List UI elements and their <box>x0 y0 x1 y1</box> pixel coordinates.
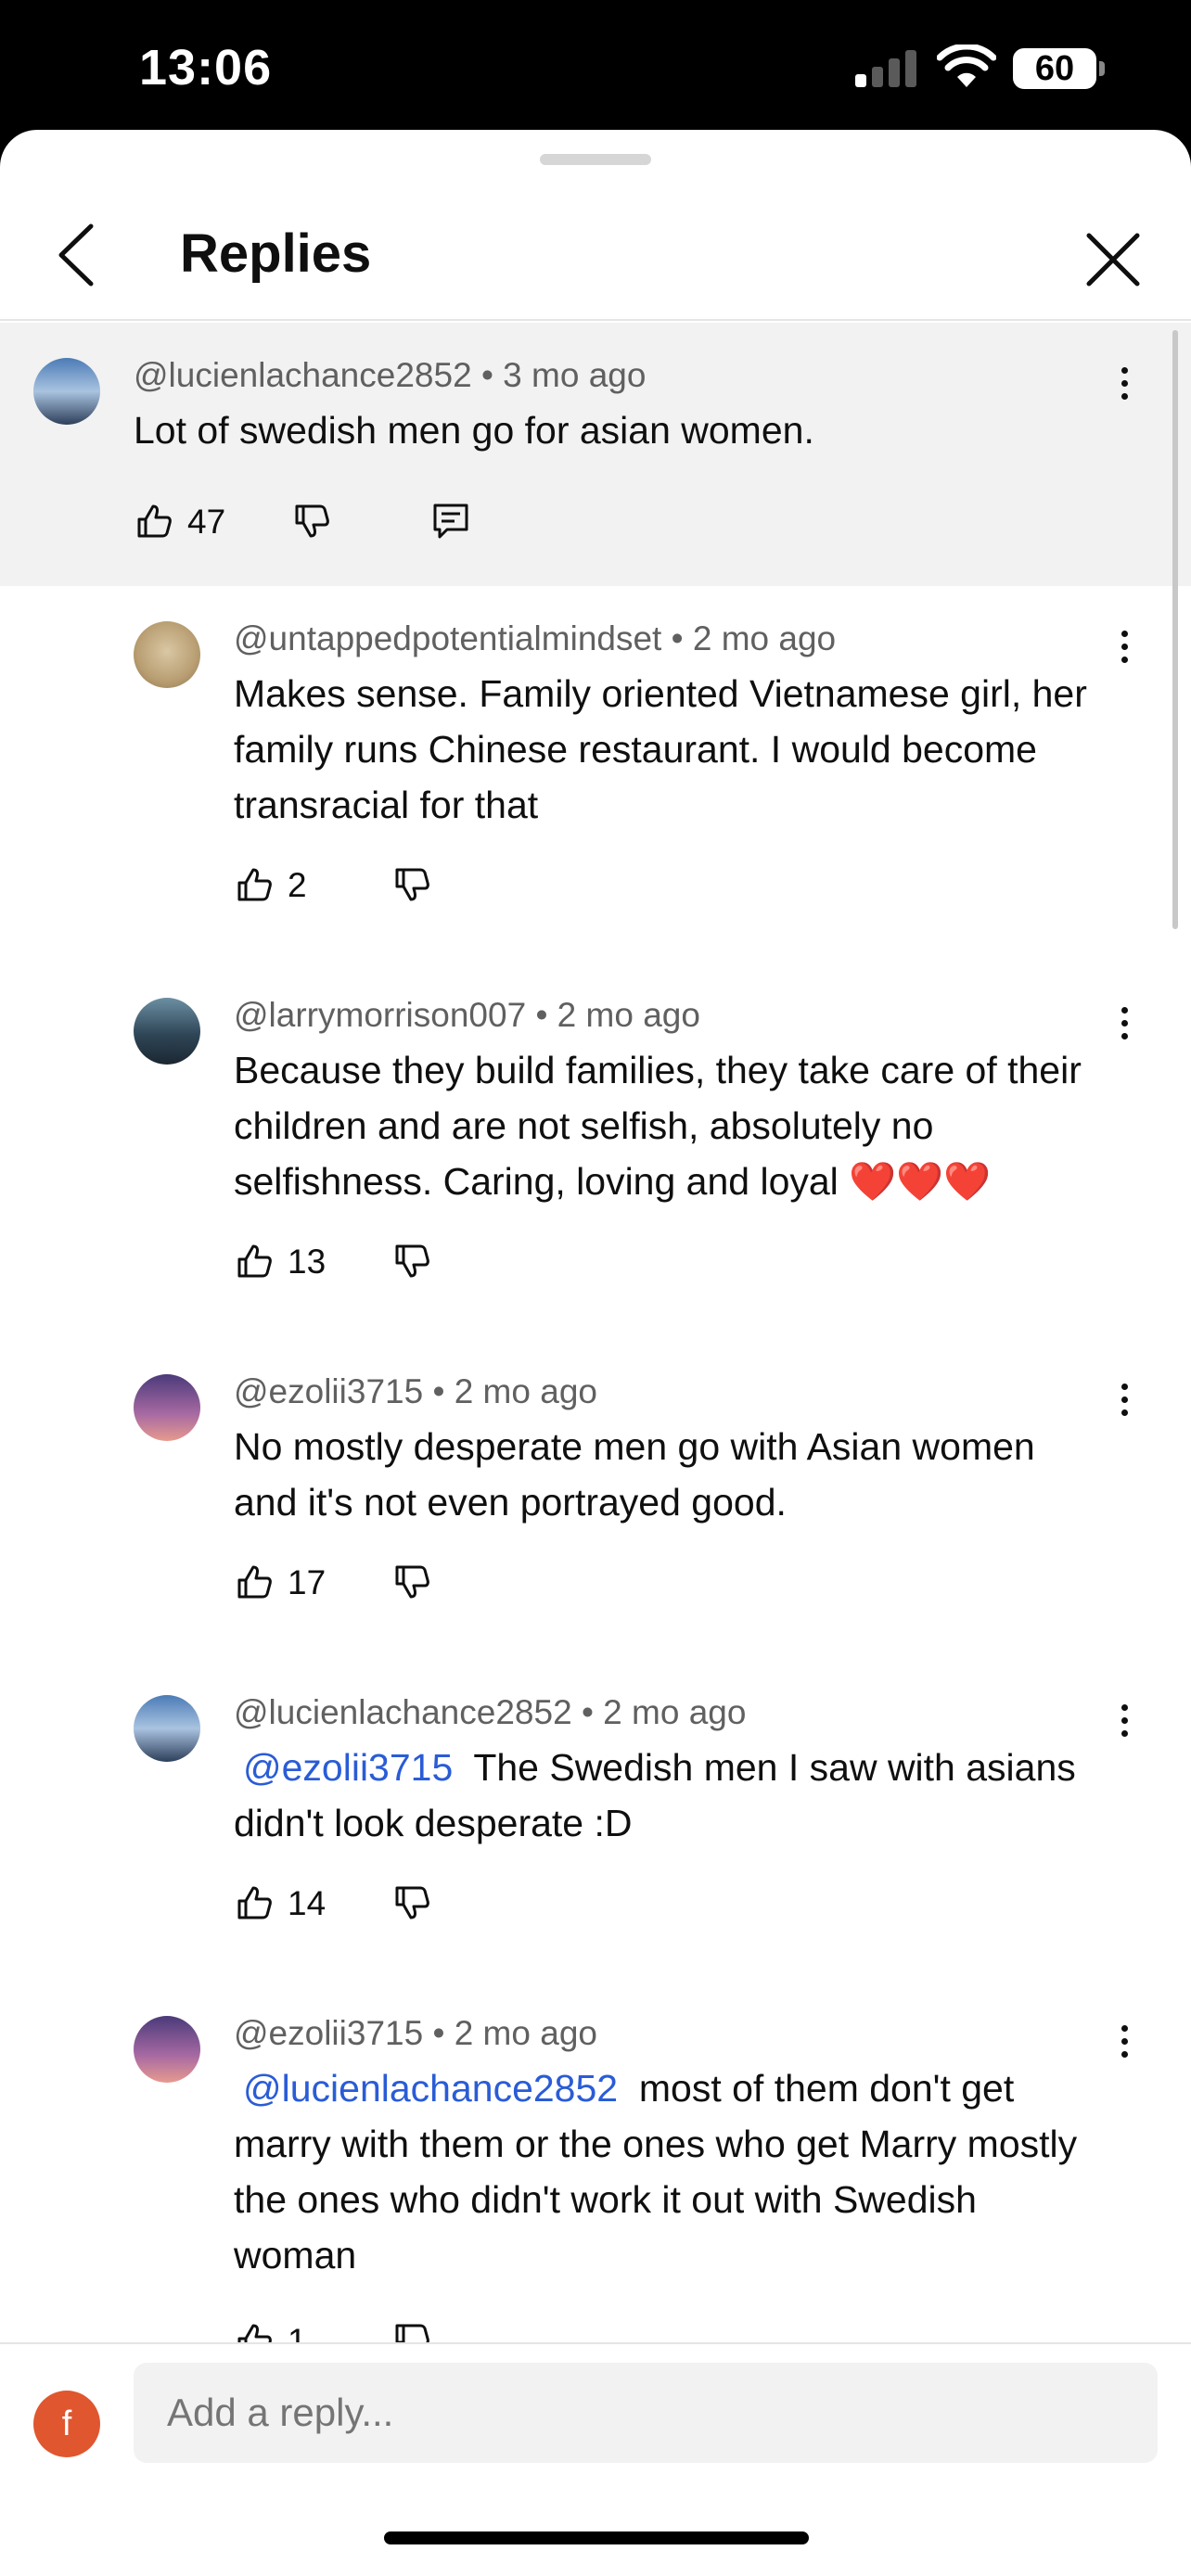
reply-item: @ezolii3715 • 2 mo ago No mostly despera… <box>0 1339 1191 1660</box>
dislike-icon[interactable] <box>391 1882 432 1923</box>
mention-link[interactable]: @ezolii3715 <box>243 1746 453 1789</box>
comment-meta: @ezolii3715 • 2 mo ago <box>234 2014 597 2053</box>
scrollbar[interactable] <box>1172 330 1178 929</box>
meta-separator: • <box>432 2014 455 2052</box>
meta-separator: • <box>535 996 557 1034</box>
comment-author[interactable]: @lucienlachance2852 <box>234 1693 572 1731</box>
reply-item: @lucienlachance2852 • 2 mo ago @ezolii37… <box>0 1660 1191 1981</box>
comment-age: 2 mo ago <box>603 1693 747 1731</box>
reply-input[interactable] <box>134 2363 1158 2463</box>
wifi-icon <box>937 45 996 87</box>
more-options-button[interactable] <box>1106 1693 1143 1749</box>
user-avatar[interactable]: f <box>33 2391 100 2457</box>
avatar[interactable] <box>33 358 100 425</box>
comment-text: @ezolii3715 The Swedish men I saw with a… <box>234 1740 1124 1851</box>
like-icon[interactable] <box>234 1882 275 1923</box>
replies-sheet: Replies @lucienlachance2852 • 3 mo ago L… <box>0 130 1191 2576</box>
avatar[interactable] <box>134 1695 200 1762</box>
comment-actions: 13 <box>234 1241 512 1287</box>
dislike-icon[interactable] <box>391 864 432 905</box>
comment-meta: @ezolii3715 • 2 mo ago <box>234 1372 597 1411</box>
avatar[interactable] <box>134 2016 200 2083</box>
like-count: 17 <box>288 1563 327 1601</box>
more-options-button[interactable] <box>1106 1372 1143 1428</box>
comment-text: No mostly desperate men go with Asian wo… <box>234 1425 1035 1524</box>
comment-age: 3 mo ago <box>503 356 647 394</box>
comment-actions: 14 <box>234 1882 512 1929</box>
parent-comment: @lucienlachance2852 • 3 mo ago Lot of sw… <box>0 323 1191 586</box>
comment-actions: 17 <box>234 1562 512 1608</box>
battery-icon: 60 <box>1013 48 1096 89</box>
more-options-button[interactable] <box>1106 996 1143 1052</box>
replies-list[interactable]: @lucienlachance2852 • 3 mo ago Lot of sw… <box>0 323 1191 2342</box>
sheet-header: Replies <box>0 130 1191 321</box>
meta-separator: • <box>432 1372 455 1410</box>
comment-age: 2 mo ago <box>692 619 837 657</box>
comment-meta: @lucienlachance2852 • 2 mo ago <box>234 1693 746 1732</box>
dislike-icon[interactable] <box>391 2320 432 2342</box>
comment-meta: @lucienlachance2852 • 3 mo ago <box>134 356 646 395</box>
comment-text: Makes sense. Family oriented Vietnamese … <box>234 672 1087 826</box>
meta-separator: • <box>581 1693 604 1731</box>
like-count: 13 <box>288 1243 327 1281</box>
back-button[interactable] <box>46 213 111 297</box>
mention-link[interactable]: @lucienlachance2852 <box>243 2067 618 2110</box>
like-count: 1 <box>288 2322 307 2342</box>
like-count: 47 <box>187 503 226 541</box>
close-button[interactable] <box>1076 223 1150 297</box>
dislike-icon[interactable] <box>391 1562 432 1602</box>
avatar[interactable] <box>134 1374 200 1441</box>
status-time: 13:06 <box>139 40 273 96</box>
like-count: 2 <box>288 866 307 904</box>
comment-age: 2 mo ago <box>454 1372 597 1410</box>
avatar[interactable] <box>134 621 200 688</box>
reply-composer: f <box>0 2342 1191 2576</box>
like-icon[interactable] <box>134 501 174 542</box>
more-options-button[interactable] <box>1106 2014 1143 2070</box>
comment-text: Because they build families, they take c… <box>234 1049 1082 1203</box>
comment-text: @lucienlachance2852 most of them don't g… <box>234 2060 1106 2283</box>
dislike-icon[interactable] <box>291 501 332 542</box>
reply-icon[interactable] <box>430 501 471 542</box>
comment-text: Lot of swedish men go for asian women. <box>134 409 814 452</box>
meta-separator: • <box>671 619 693 657</box>
like-icon[interactable] <box>234 2320 275 2342</box>
reply-item: @untappedpotentialmindset • 2 mo ago Mak… <box>0 586 1191 963</box>
home-indicator[interactable] <box>384 2531 809 2544</box>
comment-author[interactable]: @larrymorrison007 <box>234 996 526 1034</box>
like-icon[interactable] <box>234 864 275 905</box>
comment-actions: 2 <box>234 864 512 911</box>
like-icon[interactable] <box>234 1241 275 1282</box>
meta-separator: • <box>480 356 504 394</box>
comment-age: 2 mo ago <box>557 996 700 1034</box>
comment-author[interactable]: @lucienlachance2852 <box>134 356 472 394</box>
cellular-signal-icon <box>855 48 920 87</box>
battery-tip <box>1099 61 1105 76</box>
battery-level: 60 <box>1034 49 1075 88</box>
more-options-button[interactable] <box>1106 619 1143 675</box>
reply-item: @ezolii3715 • 2 mo ago @lucienlachance28… <box>0 1981 1191 2342</box>
like-count: 14 <box>288 1884 327 1922</box>
like-icon[interactable] <box>234 1562 275 1602</box>
more-options-button[interactable] <box>1106 356 1143 412</box>
status-bar: 13:06 60 <box>0 0 1191 130</box>
comment-author[interactable]: @ezolii3715 <box>234 2014 423 2052</box>
comment-age: 2 mo ago <box>454 2014 597 2052</box>
comment-actions: 1 <box>234 2320 512 2342</box>
page-title: Replies <box>180 223 372 284</box>
reply-item: @larrymorrison007 • 2 mo ago Because the… <box>0 963 1191 1339</box>
dislike-icon[interactable] <box>391 1241 432 1282</box>
avatar[interactable] <box>134 998 200 1065</box>
comment-meta: @larrymorrison007 • 2 mo ago <box>234 996 700 1035</box>
comment-author[interactable]: @untappedpotentialmindset <box>234 619 661 657</box>
comment-meta: @untappedpotentialmindset • 2 mo ago <box>234 619 836 658</box>
comment-actions: 47 <box>134 501 505 547</box>
comment-author[interactable]: @ezolii3715 <box>234 1372 423 1410</box>
